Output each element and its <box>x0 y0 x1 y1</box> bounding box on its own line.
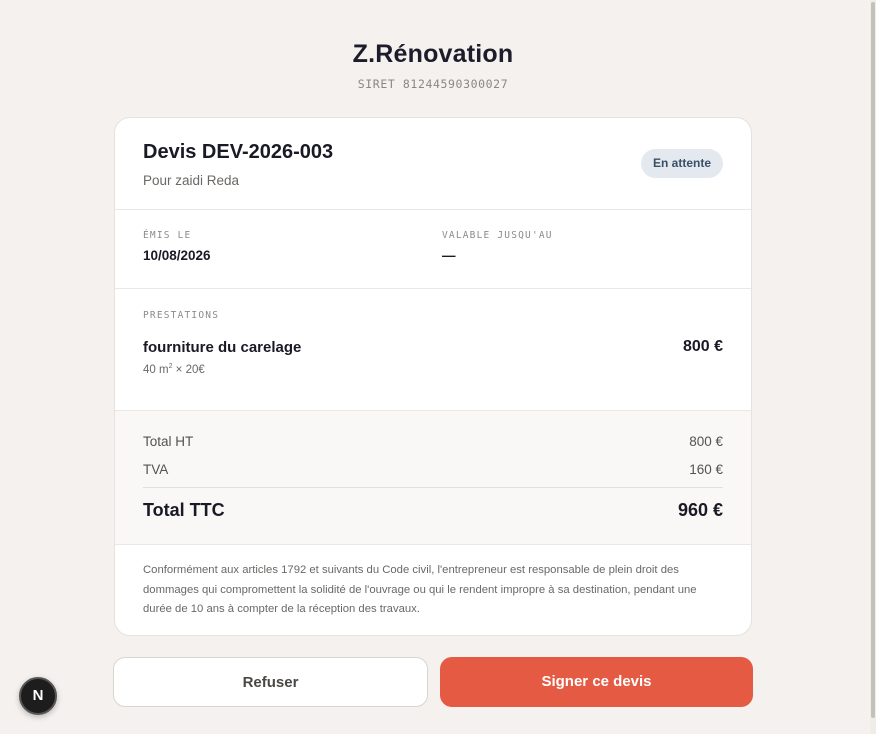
line-item-total: 800 € <box>682 338 723 355</box>
scrollbar-thumb[interactable] <box>871 2 875 718</box>
tva-row: TVA 160 € <box>143 462 723 477</box>
services-section: PRESTATIONS fourniture du carelage 40 m2… <box>115 289 751 411</box>
quote-title: Devis DEV-2026-003 <box>143 141 334 163</box>
brand-header: Z.Rénovation SIRET 81244590300027 <box>0 40 866 91</box>
valid-until-date: VALABLE JUSQU'AU — <box>442 230 553 263</box>
issued-label: ÉMIS LE <box>143 230 192 241</box>
valid-label: VALABLE JUSQU'AU <box>442 230 553 241</box>
issued-value: 10/08/2026 <box>143 248 211 263</box>
quote-client: Pour zaidi Reda <box>143 173 240 188</box>
tva-label: TVA <box>143 462 169 477</box>
line-item-quantity: 40 m <box>143 363 169 376</box>
total-ttc-row: Total TTC 960 € <box>143 500 723 521</box>
quote-page: Z.Rénovation SIRET 81244590300027 Devis … <box>0 0 876 734</box>
totals-section: Total HT 800 € TVA 160 € Total TTC 960 € <box>115 411 751 545</box>
legal-notice: Conformément aux articles 1792 et suivan… <box>143 564 697 615</box>
totals-divider <box>143 487 723 488</box>
total-ht-value: 800 € <box>689 434 723 449</box>
line-item-detail: 40 m2 × 20€ <box>143 363 205 376</box>
quote-header: Devis DEV-2026-003 Pour zaidi Reda En at… <box>115 118 751 210</box>
total-ht-label: Total HT <box>143 434 194 449</box>
valid-value: — <box>442 248 456 263</box>
total-ttc-value: 960 € <box>677 500 723 520</box>
status-badge: En attente <box>640 149 723 178</box>
tva-value: 160 € <box>689 462 723 477</box>
services-label: PRESTATIONS <box>143 310 220 321</box>
sign-button[interactable]: Signer ce devis <box>440 657 753 707</box>
quote-dates: ÉMIS LE 10/08/2026 VALABLE JUSQU'AU — <box>115 210 751 289</box>
company-siret: SIRET 81244590300027 <box>357 77 509 91</box>
line-item-unit-price: × 20€ <box>172 363 205 376</box>
avatar[interactable]: N <box>19 677 57 715</box>
company-name: Z.Rénovation <box>352 40 514 68</box>
total-ttc-label: Total TTC <box>143 500 225 520</box>
line-item-name: fourniture du carelage <box>143 339 302 356</box>
total-ht-row: Total HT 800 € <box>143 434 723 449</box>
issued-date: ÉMIS LE 10/08/2026 <box>143 230 211 263</box>
refuse-button[interactable]: Refuser <box>113 657 428 707</box>
scrollbar-track[interactable] <box>870 0 876 734</box>
quote-card: Devis DEV-2026-003 Pour zaidi Reda En at… <box>114 117 752 636</box>
